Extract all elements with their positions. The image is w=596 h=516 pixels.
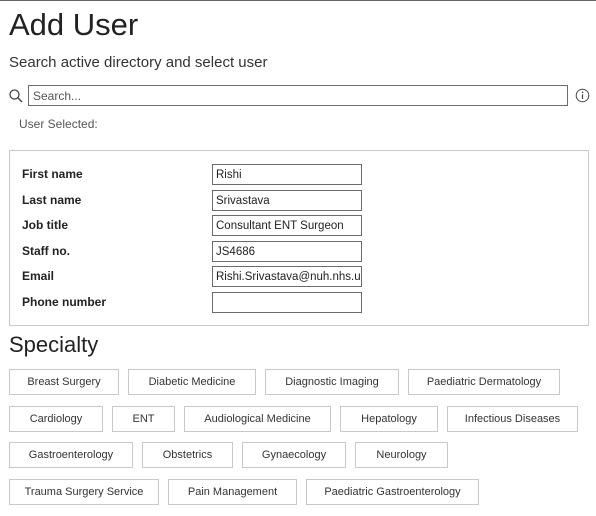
user-selected-label: User Selected: xyxy=(19,117,98,131)
specialty-chip[interactable]: Pain Management xyxy=(168,479,297,505)
first-name-label: First name xyxy=(22,167,83,181)
staff-no-label: Staff no. xyxy=(22,244,70,258)
specialty-chip[interactable]: Diabetic Medicine xyxy=(128,369,256,395)
specialty-chip[interactable]: Cardiology xyxy=(9,406,103,432)
first-name-field[interactable] xyxy=(212,164,362,185)
search-input[interactable] xyxy=(28,85,568,106)
specialty-chip[interactable]: Gynaecology xyxy=(242,442,346,468)
email-label: Email xyxy=(22,269,55,283)
specialty-chip[interactable]: Paediatric Gastroenterology xyxy=(306,479,479,505)
specialty-chip[interactable]: Obstetrics xyxy=(142,442,233,468)
user-details-panel: First name Last name Job title Staff no.… xyxy=(9,150,589,326)
specialty-chip[interactable]: Trauma Surgery Service xyxy=(9,479,159,505)
last-name-field[interactable] xyxy=(212,190,362,211)
page-subtitle: Search active directory and select user xyxy=(9,54,268,71)
specialty-chip[interactable]: Gastroenterology xyxy=(9,442,133,468)
specialty-chip[interactable]: Hepatology xyxy=(340,406,438,432)
job-title-field[interactable] xyxy=(212,215,362,236)
specialty-chip[interactable]: Audiological Medicine xyxy=(184,406,331,432)
specialty-chip[interactable]: Infectious Diseases xyxy=(447,406,578,432)
phone-number-label: Phone number xyxy=(22,295,107,309)
specialty-chip[interactable]: Breast Surgery xyxy=(9,369,119,395)
staff-no-field[interactable] xyxy=(212,241,362,262)
specialty-chip[interactable]: ENT xyxy=(112,406,175,432)
info-icon[interactable] xyxy=(575,88,590,103)
job-title-label: Job title xyxy=(22,218,69,232)
phone-number-field[interactable] xyxy=(212,292,362,313)
email-field[interactable] xyxy=(212,266,362,287)
specialty-heading: Specialty xyxy=(9,332,99,357)
last-name-label: Last name xyxy=(22,193,82,207)
specialty-chip[interactable]: Diagnostic Imaging xyxy=(265,369,399,395)
specialty-chip[interactable]: Paediatric Dermatology xyxy=(408,369,560,395)
specialty-chip[interactable]: Neurology xyxy=(355,442,448,468)
search-icon xyxy=(9,89,23,103)
page-title: Add User xyxy=(9,7,139,42)
